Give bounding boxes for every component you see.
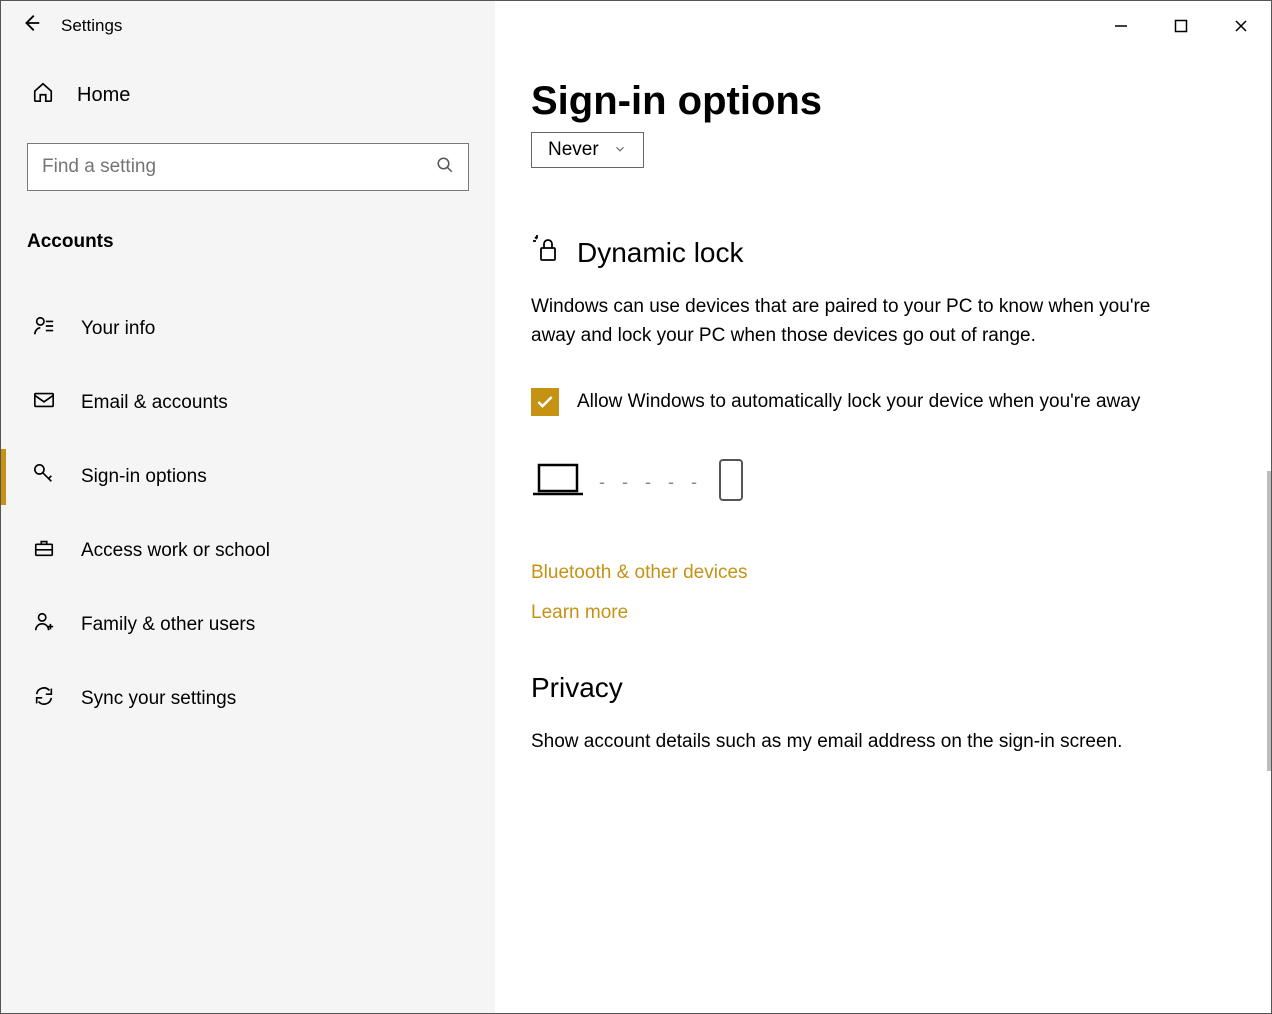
sidebar-section: Accounts (27, 231, 469, 253)
sidebar-item-label: Email & accounts (81, 392, 228, 414)
dynamic-lock-checkbox-row[interactable]: Allow Windows to automatically lock your… (531, 388, 1171, 417)
dynamic-lock-checkbox[interactable] (531, 388, 559, 416)
sidebar-item-your-info[interactable]: Your info (27, 295, 469, 363)
laptop-icon (531, 461, 585, 504)
require-signin-select[interactable]: Never (531, 132, 644, 168)
dynamic-lock-heading-text: Dynamic lock (577, 237, 743, 269)
phone-icon (717, 457, 745, 508)
sidebar-nav: Your info Email & accounts Sign-in optio… (27, 295, 469, 739)
sidebar-item-family-other-users[interactable]: Family & other users (27, 591, 469, 659)
minimize-button[interactable] (1091, 1, 1151, 51)
privacy-description: Show account details such as my email ad… (531, 728, 1171, 757)
close-button[interactable] (1211, 1, 1271, 51)
sidebar-item-email-accounts[interactable]: Email & accounts (27, 369, 469, 437)
bluetooth-link[interactable]: Bluetooth & other devices (531, 562, 1227, 584)
titlebar: Settings (1, 1, 1271, 51)
home-label: Home (77, 84, 130, 107)
search-box[interactable] (27, 143, 469, 191)
sidebar-item-label: Your info (81, 318, 155, 340)
search-icon (436, 156, 454, 179)
sidebar-item-access-work-school[interactable]: Access work or school (27, 517, 469, 585)
scrollbar-thumb[interactable] (1267, 471, 1271, 771)
sidebar-item-label: Access work or school (81, 540, 270, 562)
key-icon (31, 463, 57, 491)
family-icon (31, 611, 57, 639)
sidebar: Home Accounts Your info (1, 51, 495, 1013)
dynamic-lock-description: Windows can use devices that are paired … (531, 293, 1171, 350)
sidebar-item-sync-settings[interactable]: Sync your settings (27, 665, 469, 733)
briefcase-icon (31, 537, 57, 565)
connection-dashes: - - - - - (599, 472, 703, 493)
maximize-button[interactable] (1151, 1, 1211, 51)
sidebar-item-label: Sync your settings (81, 688, 236, 710)
learn-more-link[interactable]: Learn more (531, 602, 1227, 624)
home-nav[interactable]: Home (27, 81, 469, 109)
mail-icon (31, 389, 57, 417)
pairing-graphic: - - - - - (531, 457, 1227, 508)
content-pane: Sign-in options Never Dynamic lock Wind (495, 51, 1271, 1013)
dynamic-lock-icon (531, 234, 565, 271)
sidebar-item-label: Family & other users (81, 614, 255, 636)
search-input[interactable] (42, 156, 436, 178)
privacy-heading: Privacy (531, 672, 1227, 704)
sidebar-item-sign-in-options[interactable]: Sign-in options (27, 443, 469, 511)
back-button[interactable] (1, 12, 61, 40)
chevron-down-icon (613, 142, 627, 159)
page-title: Sign-in options (531, 79, 1227, 124)
sidebar-item-label: Sign-in options (81, 466, 207, 488)
select-value: Never (548, 139, 599, 161)
settings-window: Settings Home Accoun (0, 0, 1272, 1014)
sync-icon (31, 685, 57, 713)
window-title: Settings (61, 16, 122, 36)
dynamic-lock-heading: Dynamic lock (531, 234, 1227, 271)
dynamic-lock-checkbox-label: Allow Windows to automatically lock your… (577, 388, 1140, 417)
home-icon (31, 81, 55, 109)
person-icon (31, 315, 57, 343)
